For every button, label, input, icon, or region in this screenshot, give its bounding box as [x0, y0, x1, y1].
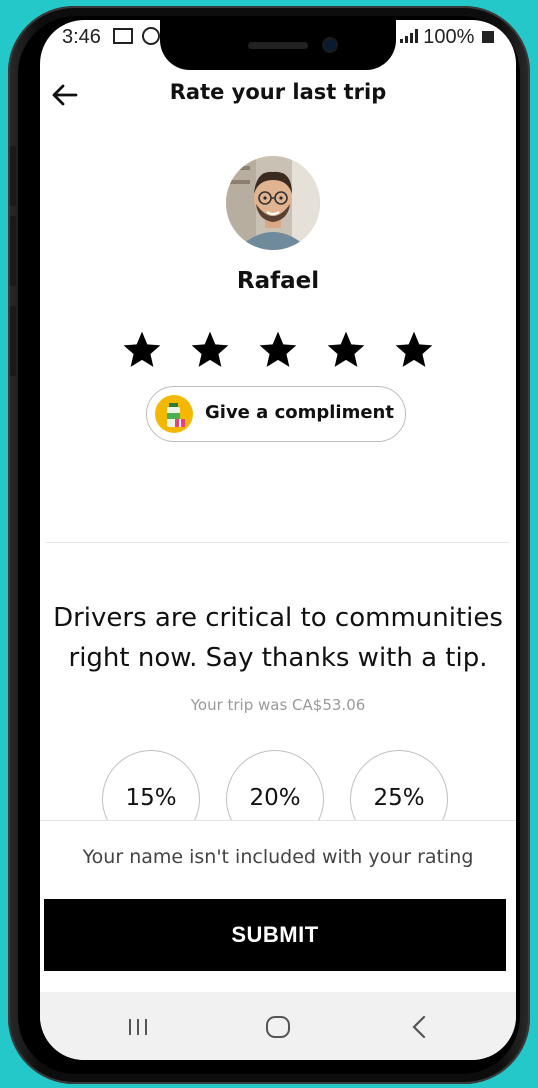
- page-title: Rate your last trip: [169, 80, 387, 104]
- bottom-action-sheet: Your name isn't included with your ratin…: [40, 820, 516, 993]
- home-icon: [266, 1016, 290, 1038]
- tip-message: Drivers are critical to communities righ…: [40, 598, 516, 678]
- header-bar: Rate your last trip: [40, 72, 516, 116]
- back-icon: [412, 1015, 426, 1039]
- front-camera: [324, 39, 336, 51]
- driver-avatar: [226, 156, 320, 250]
- tip-message-line-2: right now. Say thanks with a tip.: [68, 643, 488, 673]
- privacy-note: Your name isn't included with your ratin…: [82, 846, 474, 868]
- recent-apps-icon: [129, 1019, 147, 1035]
- signal-icon: [399, 26, 418, 49]
- submit-button[interactable]: SUBMIT: [44, 899, 506, 971]
- trip-cost: Your trip was CA$53.06: [190, 696, 366, 714]
- star-icon: [395, 331, 433, 367]
- star-icon: [191, 331, 229, 367]
- star-4[interactable]: [324, 328, 368, 372]
- star-5[interactable]: [392, 328, 436, 372]
- home-button[interactable]: [258, 1010, 298, 1044]
- star-icon: [327, 331, 365, 367]
- tip-option-label: 15%: [125, 785, 177, 811]
- battery-icon: [482, 31, 494, 43]
- tip-option-label: 20%: [249, 785, 301, 811]
- app-screen: 3:46 100% Rate your last trip Rafael Giv…: [40, 20, 516, 1060]
- star-1[interactable]: [120, 328, 164, 372]
- bixby-button: [10, 306, 16, 376]
- compliment-label: Give a compliment: [205, 402, 394, 423]
- status-bar-left: 3:46: [62, 26, 161, 49]
- recent-apps-button[interactable]: [118, 1010, 158, 1044]
- volume-button: [10, 146, 16, 206]
- give-compliment-button[interactable]: Give a compliment: [146, 386, 406, 442]
- status-time: 3:46: [62, 26, 101, 48]
- tip-message-line-1: Drivers are critical to communities: [53, 603, 503, 633]
- driver-name: Rafael: [236, 268, 320, 294]
- tip-option-label: 25%: [373, 785, 425, 811]
- star-2[interactable]: [188, 328, 232, 372]
- system-back-button[interactable]: [400, 1010, 440, 1044]
- whatsapp-notification-icon: [142, 27, 161, 45]
- submit-label: SUBMIT: [231, 922, 319, 947]
- battery-level: 100%: [423, 26, 475, 48]
- camera-notch: [160, 20, 396, 70]
- android-nav-bar: [40, 992, 516, 1060]
- star-rating: [120, 328, 440, 372]
- gallery-notification-icon: [112, 28, 133, 44]
- star-icon: [259, 331, 297, 367]
- star-icon: [123, 331, 161, 367]
- volume-button-2: [10, 216, 16, 286]
- gift-icon: [155, 395, 193, 433]
- star-3[interactable]: [256, 328, 300, 372]
- section-divider: [46, 542, 510, 543]
- status-bar-right: 100%: [399, 26, 494, 49]
